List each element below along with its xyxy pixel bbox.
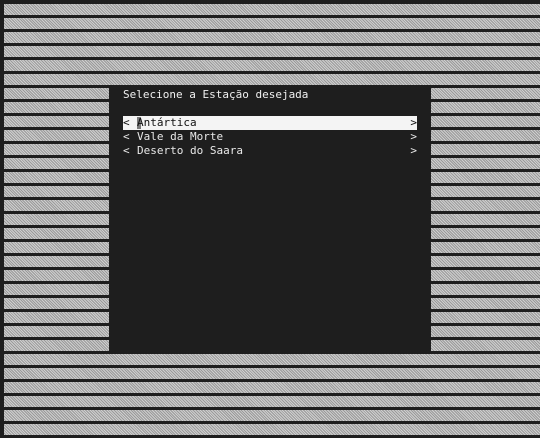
menu-item-label: Antártica (137, 116, 197, 129)
menu-item-antartica[interactable]: < Antártica > (123, 116, 417, 130)
arrow-left-icon: < (123, 130, 130, 143)
menu-item-label: Deserto do Saara (137, 144, 243, 157)
menu-item-vale-da-morte[interactable]: < Vale da Morte > (123, 130, 417, 144)
menu-item-label: Vale da Morte (137, 130, 224, 143)
arrow-left-icon: < (123, 116, 130, 129)
menu-item-deserto-do-saara[interactable]: < Deserto do Saara > (123, 144, 417, 158)
arrow-right-icon: > (410, 144, 417, 157)
arrow-right-icon: > (410, 116, 417, 129)
dialog-title: Selecione a Estação desejada (123, 88, 309, 101)
terminal-screen: Selecione a Estação desejada < Antártica… (0, 0, 540, 438)
arrow-right-icon: > (410, 130, 417, 143)
station-select-dialog: Selecione a Estação desejada < Antártica… (109, 86, 431, 353)
arrow-left-icon: < (123, 144, 130, 157)
station-menu: < Antártica > < Vale da Morte > < Desert… (123, 116, 417, 158)
